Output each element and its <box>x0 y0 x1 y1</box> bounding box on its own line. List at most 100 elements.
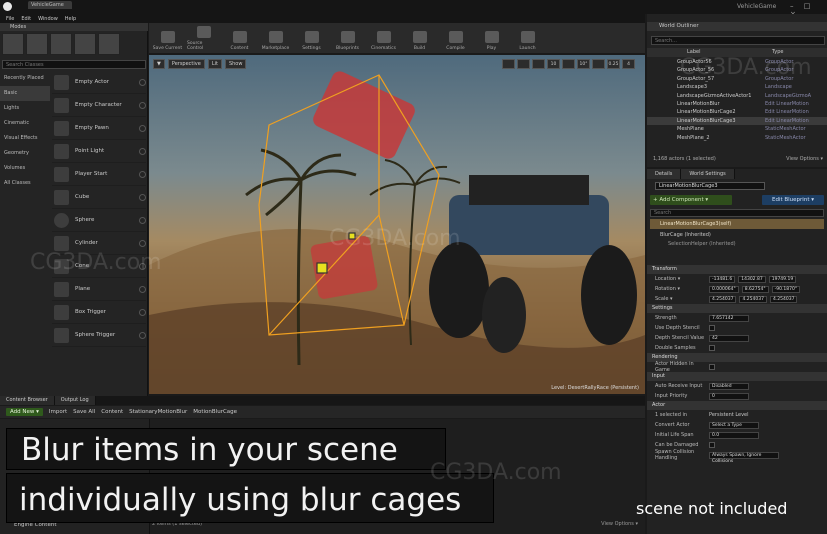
rotation-x-input[interactable]: 0.000064° <box>709 285 739 293</box>
strength-input[interactable]: 7.657142 <box>709 314 749 322</box>
save-current-button[interactable]: Save Current <box>151 23 184 53</box>
settings-button[interactable]: Settings <box>295 23 328 53</box>
property-label[interactable]: Location ▾ <box>655 276 709 282</box>
scale-snap-toggle[interactable] <box>592 59 605 69</box>
rotation-snap-toggle[interactable] <box>562 59 575 69</box>
placeable-item[interactable]: Empty Actor <box>52 71 146 94</box>
placeable-item[interactable]: Plane <box>52 278 146 301</box>
location-z-input[interactable]: 19749.19 <box>768 275 797 283</box>
table-row[interactable]: LinearMotionBlurCage2 Edit LinearMotion <box>647 108 827 116</box>
cinematics-button[interactable]: Cinematics <box>367 23 400 53</box>
scale-x-input[interactable]: 4.254037 <box>709 295 737 303</box>
component-item[interactable]: SelectionHelper (Inherited) <box>650 240 824 249</box>
edit-blueprint-button[interactable]: Edit Blueprint ▾ <box>762 195 824 205</box>
convert-actor-select[interactable]: Select a Type <box>709 421 759 429</box>
depth-stencil-checkbox[interactable] <box>709 325 715 331</box>
source-control-button[interactable]: Source Control <box>187 23 220 53</box>
place-mode-icon[interactable] <box>2 33 24 55</box>
add-component-button[interactable]: + Add Component ▾ <box>650 195 732 205</box>
section-transform[interactable]: Transform <box>647 265 827 274</box>
category-item[interactable]: Visual Effects <box>0 131 50 146</box>
rotation-y-input[interactable]: 8.62754° <box>741 285 769 293</box>
placeable-item[interactable]: Point Light <box>52 140 146 163</box>
help-icon[interactable] <box>139 147 146 155</box>
help-icon[interactable] <box>139 216 146 224</box>
outliner-search-input[interactable]: Search... <box>651 36 825 45</box>
menu-help[interactable]: Help <box>65 16 76 22</box>
lit-button[interactable]: Lit <box>207 59 222 69</box>
import-button[interactable]: Import <box>49 409 67 415</box>
damaged-checkbox[interactable] <box>709 442 715 448</box>
placeable-item[interactable]: Box Trigger <box>52 301 146 324</box>
spawn-select[interactable]: Always Spawn, Ignore Collisions <box>709 451 779 464</box>
help-icon[interactable] <box>139 193 146 201</box>
location-x-input[interactable]: -13481.6 <box>709 275 736 283</box>
help-icon[interactable] <box>139 78 146 86</box>
placeable-item[interactable]: Sphere <box>52 209 146 232</box>
show-button[interactable]: Show <box>224 59 247 69</box>
paint-mode-icon[interactable] <box>26 33 48 55</box>
table-row[interactable]: MeshPlane_2 StaticMeshActor <box>647 134 827 142</box>
tab-world-settings[interactable]: World Settings <box>681 169 735 179</box>
location-y-input[interactable]: 14302.87 <box>738 275 766 283</box>
category-item[interactable]: Volumes <box>0 161 50 176</box>
actor-name-field[interactable]: LinearMotionBlurCage3 <box>655 182 765 190</box>
scale-z-input[interactable]: 4.254037 <box>769 295 798 303</box>
help-icon[interactable] <box>139 308 146 316</box>
breadcrumb-item[interactable]: MotionBlurCage <box>193 409 237 415</box>
table-row[interactable]: LinearMotionBlur Edit LinearMotion <box>647 100 827 108</box>
tab-output-log[interactable]: Output Log <box>54 396 96 405</box>
translate-tool[interactable] <box>502 59 515 69</box>
help-icon[interactable] <box>139 331 146 339</box>
cb-view-options-button[interactable]: View Options ▾ <box>601 519 638 529</box>
placeable-item[interactable]: Empty Pawn <box>52 117 146 140</box>
marketplace-button[interactable]: Marketplace <box>259 23 292 53</box>
menu-window[interactable]: Window <box>38 16 58 22</box>
scale-y-input[interactable]: 4.254037 <box>739 295 767 303</box>
auto-receive-select[interactable]: Disabled <box>709 382 749 390</box>
level-viewport[interactable]: CG3DA.com ▼ Perspective Lit Show 10 10° … <box>149 55 645 394</box>
placeable-item[interactable]: Player Start <box>52 163 146 186</box>
category-item[interactable]: Geometry <box>0 146 50 161</box>
placeable-item[interactable]: Sphere Trigger <box>52 324 146 347</box>
stencil-value-input[interactable]: 42 <box>709 334 749 342</box>
camera-speed[interactable]: 4 <box>622 59 635 69</box>
priority-input[interactable]: 0 <box>709 392 749 400</box>
project-tab[interactable]: VehicleGame <box>28 1 72 9</box>
tab-content-browser[interactable]: Content Browser <box>0 396 55 405</box>
property-label[interactable]: Scale ▾ <box>655 296 709 302</box>
tab-details[interactable]: Details <box>647 169 682 179</box>
content-button[interactable]: Content <box>223 23 256 53</box>
property-label[interactable]: Rotation ▾ <box>655 286 709 292</box>
category-item[interactable]: Basic <box>0 86 50 101</box>
table-row[interactable]: MeshPlane StaticMeshActor <box>647 125 827 133</box>
category-item[interactable]: Recently Placed <box>0 71 50 86</box>
help-icon[interactable] <box>139 101 146 109</box>
help-icon[interactable] <box>139 285 146 293</box>
breadcrumb-item[interactable]: StationaryMotionBlur <box>129 409 187 415</box>
category-item[interactable]: Lights <box>0 101 50 116</box>
scale-snap-value[interactable]: 0.25 <box>607 59 620 69</box>
geometry-mode-icon[interactable] <box>98 33 120 55</box>
menu-file[interactable]: File <box>6 16 14 22</box>
breadcrumb-item[interactable]: Content <box>101 409 123 415</box>
perspective-button[interactable]: Perspective <box>167 59 205 69</box>
save-all-button[interactable]: Save All <box>73 409 95 415</box>
placeable-item[interactable]: Empty Character <box>52 94 146 117</box>
category-item[interactable]: Cinematic <box>0 116 50 131</box>
play-button[interactable]: Play <box>475 23 508 53</box>
foliage-mode-icon[interactable] <box>74 33 96 55</box>
placeable-item[interactable]: Cube <box>52 186 146 209</box>
grid-snap-value[interactable]: 10 <box>547 59 560 69</box>
lifespan-input[interactable]: 0.0 <box>709 431 759 439</box>
add-new-button[interactable]: Add New ▾ <box>6 408 43 416</box>
help-icon[interactable] <box>139 170 146 178</box>
build-button[interactable]: Build <box>403 23 436 53</box>
details-search-input[interactable]: Search <box>650 209 824 217</box>
component-item[interactable]: BlurCage (Inherited) <box>650 231 824 240</box>
table-row-selected[interactable]: LinearMotionBlurCage3 Edit LinearMotion <box>647 116 827 126</box>
help-icon[interactable] <box>139 239 146 247</box>
table-row[interactable]: LandscapeGizmoActiveActor1 LandscapeGizmo… <box>647 92 827 100</box>
rotation-z-input[interactable]: -90.1870° <box>771 285 801 293</box>
component-self-row[interactable]: LinearMotionBlurCage3(self) <box>650 219 824 229</box>
